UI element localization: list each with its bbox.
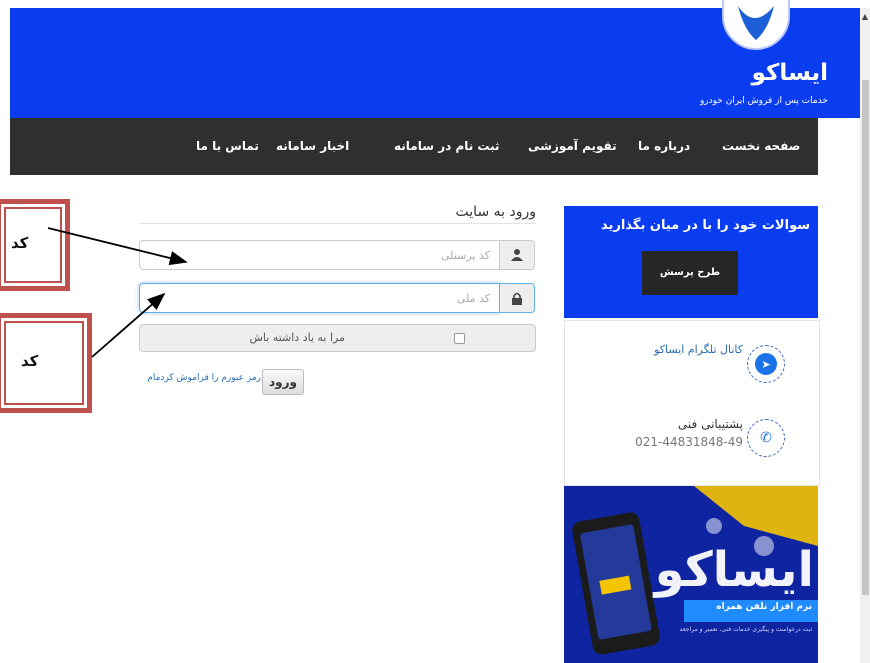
support-phone: 021-44831848-49 — [635, 435, 743, 449]
support-label: پشتیبانی فنی — [677, 417, 743, 431]
mobile-app-banner[interactable]: ایساکو نرم افزار تلفن همراه ثبت درخواست … — [564, 486, 818, 663]
telegram-icon[interactable]: ➤ — [747, 345, 785, 383]
ask-question-panel: سوالات خود را با در میان بگذارید طرح پرس… — [564, 206, 818, 318]
ask-question-text: سوالات خود را با در میان بگذارید — [601, 218, 810, 233]
banner-wordmark: ایساکو — [654, 542, 814, 598]
contact-panel: ➤ کانال تلگرام ایساکو ✆ پشتیبانی فنی 021… — [564, 320, 820, 486]
telegram-channel-link[interactable]: کانال تلگرام ایساکو — [585, 343, 743, 356]
arrow-national — [91, 292, 166, 358]
banner-strip-subtext: ثبت درخواست و پیگیری خدمات فنی، تعمیر و … — [679, 626, 812, 633]
ask-question-button[interactable]: طرح پرسش — [642, 251, 738, 295]
banner-strip-text: نرم افزار تلفن همراه — [716, 602, 812, 612]
phone-icon: ✆ — [747, 419, 785, 457]
arrow-personnel — [47, 227, 188, 266]
